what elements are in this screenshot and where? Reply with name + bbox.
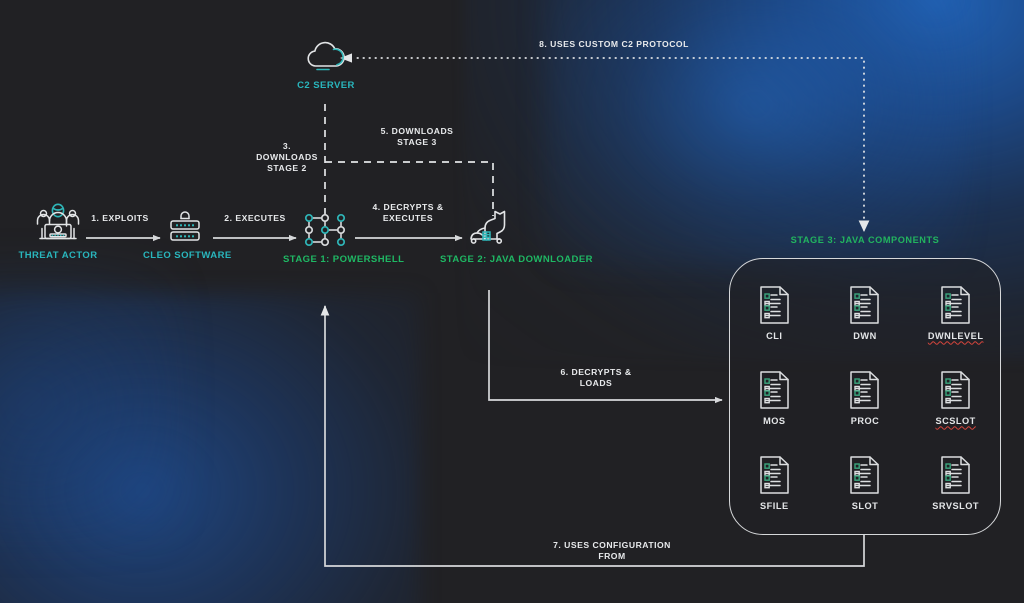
- connector-stage3-arrowhead: [858, 220, 870, 232]
- node-graph-icon: [304, 213, 346, 247]
- server-stack-icon: [170, 211, 200, 241]
- component-label: SRVSLOT: [932, 500, 980, 511]
- node-label-cleo-software: CLEO SOFTWARE: [143, 250, 232, 261]
- step-label-5: 5. DOWNLOADS STAGE 3: [380, 126, 454, 147]
- component-item[interactable]: SLOT: [820, 440, 911, 525]
- hacker-laptop-icon: [36, 203, 80, 240]
- component-label: SLOT: [851, 500, 879, 511]
- document-checklist-icon: [941, 370, 970, 409]
- component-item[interactable]: MOS: [729, 355, 820, 440]
- component-label: CLI: [766, 330, 783, 341]
- component-label: MOS: [763, 415, 786, 426]
- document-checklist-icon: [941, 285, 970, 324]
- component-label: SFILE: [760, 500, 789, 511]
- component-item[interactable]: CLI: [729, 270, 820, 355]
- node-c2-server[interactable]: C2 SERVER: [281, 38, 371, 92]
- trojan-horse-icon: [470, 210, 506, 244]
- document-checklist-icon: [850, 370, 880, 409]
- step-label-2: 2. EXECUTES: [224, 213, 286, 223]
- node-label-stage2: STAGE 2: JAVA DOWNLOADER: [440, 254, 593, 265]
- document-checklist-icon: [941, 455, 970, 494]
- component-item[interactable]: SFILE: [729, 440, 820, 525]
- step-label-4: 4. DECRYPTS & EXECUTES: [372, 202, 444, 223]
- component-item[interactable]: SCSLOT: [910, 355, 1001, 440]
- node-label-threat-actor: THREAT ACTOR: [18, 250, 98, 261]
- document-checklist-icon: [760, 285, 789, 324]
- step-label-3: 3. DOWNLOADS STAGE 2: [256, 141, 318, 173]
- step-label-6: 6. DECRYPTS & LOADS: [560, 367, 632, 388]
- attack-chain-diagram: THREAT ACTOR CLEO SOFTWARE STAGE 1: POWE…: [0, 0, 1024, 603]
- component-label: DWN: [853, 330, 877, 341]
- document-checklist-icon: [760, 455, 789, 494]
- component-item[interactable]: DWNLEVEL: [910, 270, 1001, 355]
- step-label-7: 7. USES CONFIGURATION FROM: [553, 540, 671, 561]
- step-label-1: 1. EXPLOITS: [91, 213, 149, 223]
- document-checklist-icon: [760, 370, 789, 409]
- component-item[interactable]: DWN: [820, 270, 911, 355]
- node-threat-actor[interactable]: THREAT ACTOR: [8, 202, 108, 262]
- step-label-8: 8. USES CUSTOM C2 PROTOCOL: [539, 39, 689, 49]
- component-label: DWNLEVEL: [927, 330, 984, 341]
- cloud-icon: [307, 41, 345, 71]
- component-item[interactable]: SRVSLOT: [910, 440, 1001, 525]
- node-label-c2-server: C2 SERVER: [297, 80, 355, 91]
- stage3-component-grid: CLI DWN DWNLEVEL MOS PROC SCSLOT SFILE S…: [729, 270, 1001, 525]
- component-label: SCSLOT: [935, 415, 976, 426]
- document-checklist-icon: [850, 455, 880, 494]
- stage3-panel-title: STAGE 3: JAVA COMPONENTS: [790, 235, 940, 245]
- node-label-stage1: STAGE 1: POWERSHELL: [283, 254, 405, 265]
- document-checklist-icon: [850, 285, 880, 324]
- component-label: PROC: [850, 415, 880, 426]
- component-item[interactable]: PROC: [820, 355, 911, 440]
